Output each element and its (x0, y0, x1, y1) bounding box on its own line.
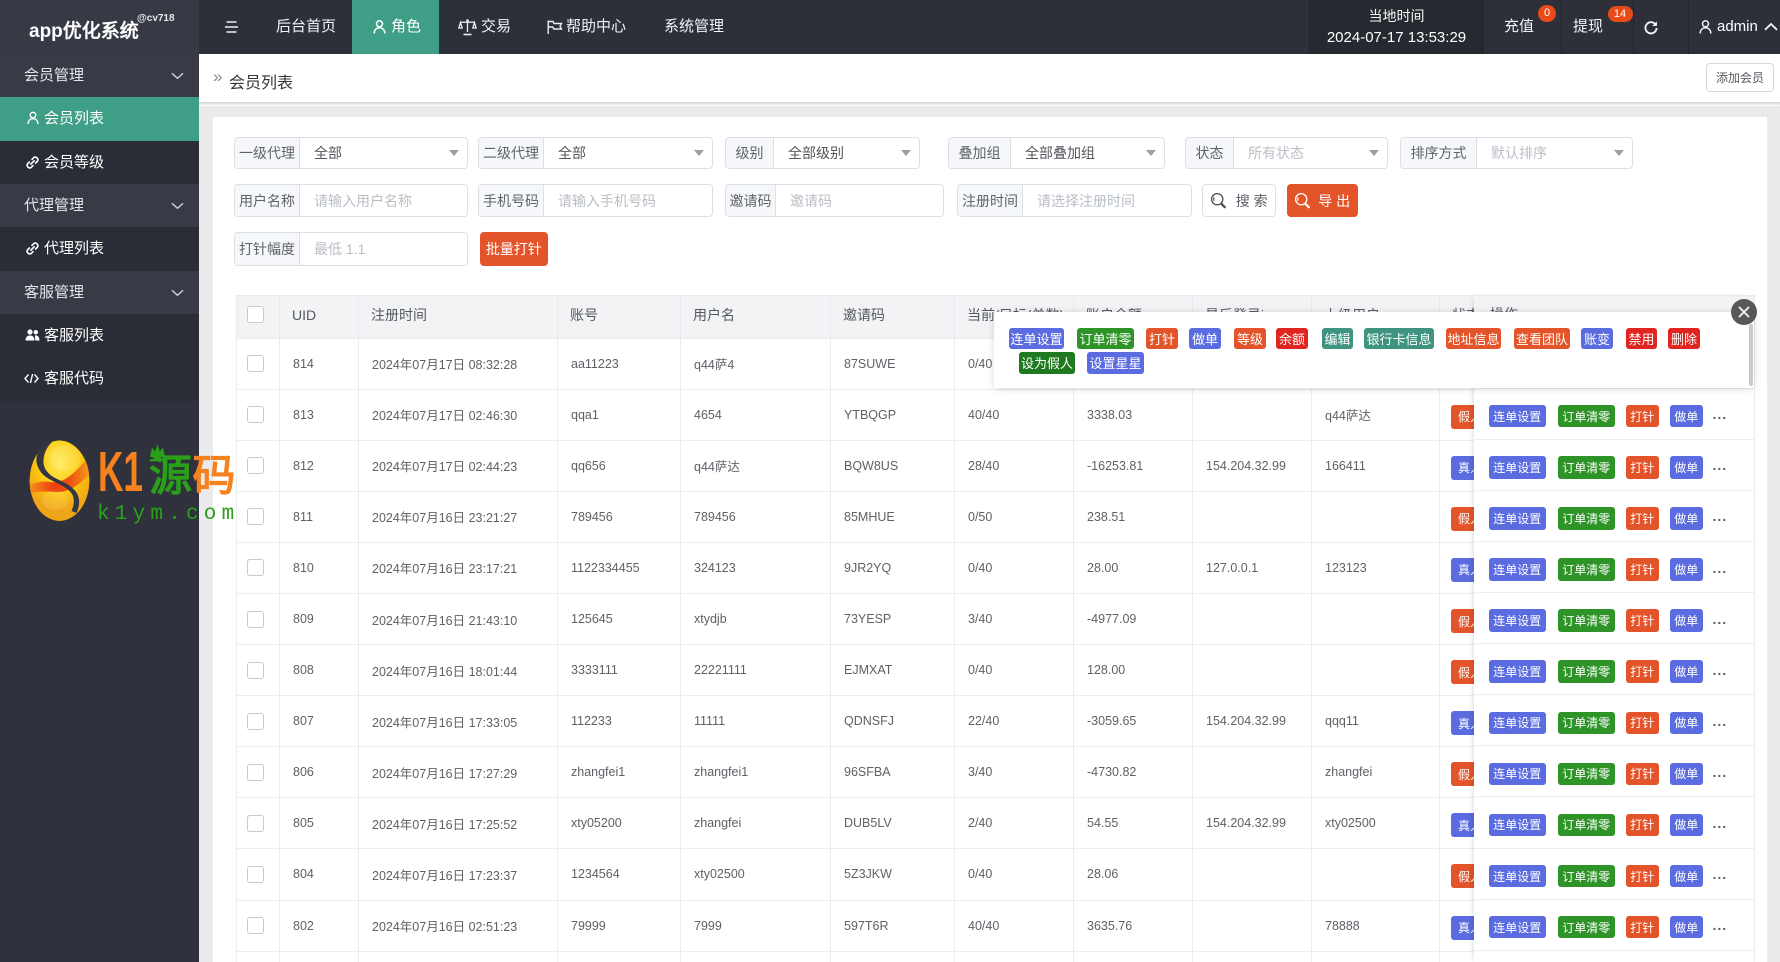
svg-text:k1ym.com: k1ym.com (97, 503, 239, 526)
svg-text:K1: K1 (98, 440, 143, 504)
svg-text:码: 码 (193, 453, 236, 501)
